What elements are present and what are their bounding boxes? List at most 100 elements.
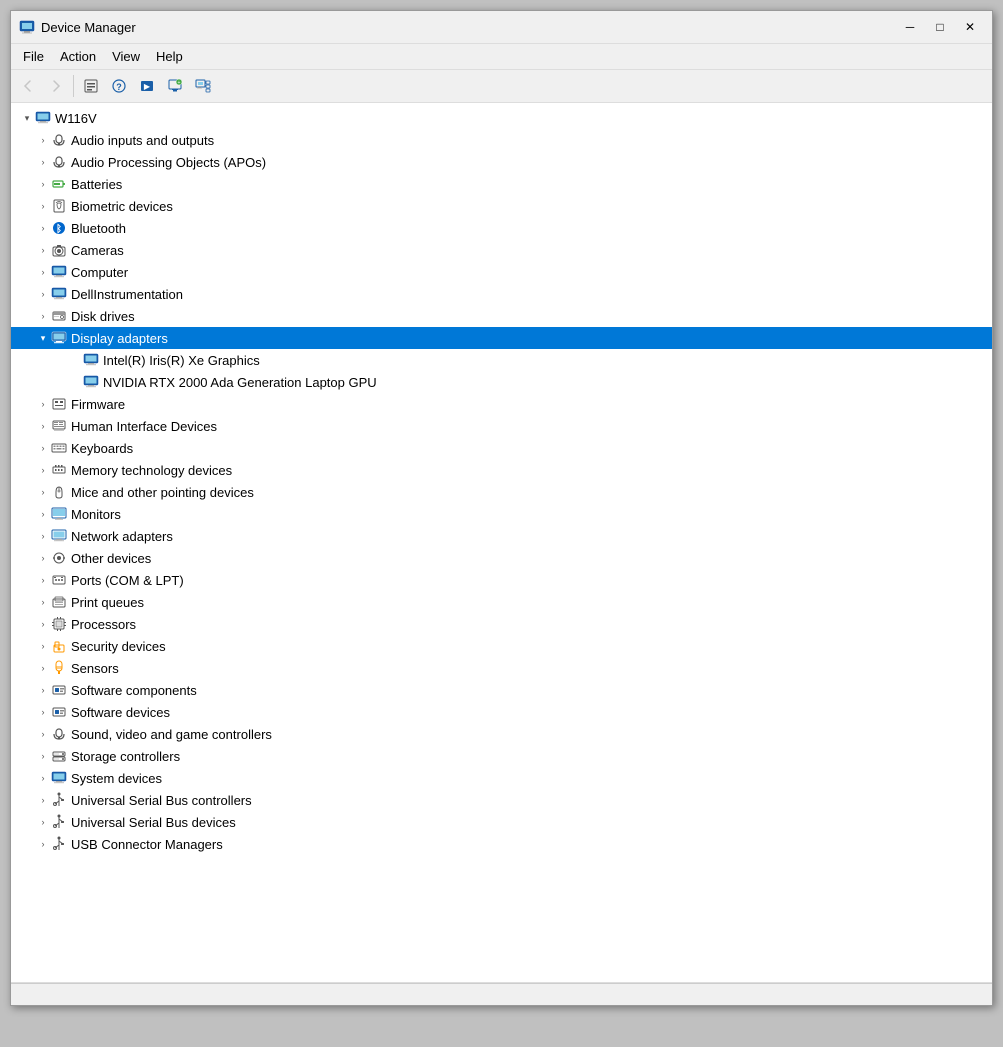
intel-gpu-expander [67, 352, 83, 368]
ports-expander[interactable] [35, 572, 51, 588]
audio-inputs-expander[interactable] [35, 132, 51, 148]
back-button[interactable] [15, 73, 41, 99]
mice-expander[interactable] [35, 484, 51, 500]
other-expander[interactable] [35, 550, 51, 566]
title-bar-left: Device Manager [19, 19, 136, 35]
security-expander[interactable] [35, 638, 51, 654]
root-label: W116V [55, 111, 97, 126]
tree-node-monitors[interactable]: Monitors [11, 503, 992, 525]
tree-node-software-devices[interactable]: Software devices [11, 701, 992, 723]
minimize-button[interactable]: ─ [896, 17, 924, 37]
device-manager-window: Device Manager ─ □ ✕ File Action View He… [10, 10, 993, 1006]
tree-node-print[interactable]: Print queues [11, 591, 992, 613]
tree-node-audio-inputs[interactable]: Audio inputs and outputs [11, 129, 992, 151]
menu-file[interactable]: File [15, 46, 52, 67]
help-button[interactable]: ? [106, 73, 132, 99]
network-expander[interactable] [35, 528, 51, 544]
tree-node-keyboards[interactable]: Keyboards [11, 437, 992, 459]
tree-node-security[interactable]: Security devices [11, 635, 992, 657]
tree-node-dell[interactable]: DellInstrumentation [11, 283, 992, 305]
maximize-button[interactable]: □ [926, 17, 954, 37]
view-devices-button[interactable] [190, 73, 216, 99]
tree-node-ports[interactable]: Ports (COM & LPT) [11, 569, 992, 591]
software-components-expander[interactable] [35, 682, 51, 698]
tree-node-intel-gpu[interactable]: Intel(R) Iris(R) Xe Graphics [11, 349, 992, 371]
software-devices-expander[interactable] [35, 704, 51, 720]
tree-node-mice[interactable]: Mice and other pointing devices [11, 481, 992, 503]
batteries-icon [51, 176, 67, 192]
system-label: System devices [71, 771, 162, 786]
monitors-label: Monitors [71, 507, 121, 522]
processors-expander[interactable] [35, 616, 51, 632]
tree-node-usb-controllers[interactable]: Universal Serial Bus controllers [11, 789, 992, 811]
toolbar: ? ▶ + [11, 70, 992, 103]
storage-icon [51, 748, 67, 764]
tree-node-usb-connector[interactable]: USB Connector Managers [11, 833, 992, 855]
tree-node-audio-apo[interactable]: Audio Processing Objects (APOs) [11, 151, 992, 173]
audio-apo-expander[interactable] [35, 154, 51, 170]
biometric-expander[interactable] [35, 198, 51, 214]
batteries-expander[interactable] [35, 176, 51, 192]
nvidia-gpu-icon [83, 374, 99, 390]
bluetooth-expander[interactable] [35, 220, 51, 236]
memory-expander[interactable] [35, 462, 51, 478]
tree-node-system[interactable]: System devices [11, 767, 992, 789]
tree-node-bluetooth[interactable]: ᛒ Bluetooth [11, 217, 992, 239]
tree-node-computer[interactable]: Computer [11, 261, 992, 283]
disk-label: Disk drives [71, 309, 135, 324]
tree-node-network[interactable]: Network adapters [11, 525, 992, 547]
menu-view[interactable]: View [104, 46, 148, 67]
tree-node-cameras[interactable]: Cameras [11, 239, 992, 261]
tree-node-disk[interactable]: Disk drives [11, 305, 992, 327]
print-expander[interactable] [35, 594, 51, 610]
cameras-expander[interactable] [35, 242, 51, 258]
dell-expander[interactable] [35, 286, 51, 302]
sensors-expander[interactable] [35, 660, 51, 676]
firmware-expander[interactable] [35, 396, 51, 412]
system-expander[interactable] [35, 770, 51, 786]
enable-button[interactable]: ▶ [134, 73, 160, 99]
tree-node-storage[interactable]: Storage controllers [11, 745, 992, 767]
tree-node-display[interactable]: Display adapters [11, 327, 992, 349]
tree-node-firmware[interactable]: Firmware [11, 393, 992, 415]
scan-button[interactable]: + [162, 73, 188, 99]
storage-expander[interactable] [35, 748, 51, 764]
computer-expander[interactable] [35, 264, 51, 280]
monitors-expander[interactable] [35, 506, 51, 522]
close-button[interactable]: ✕ [956, 17, 984, 37]
tree-node-nvidia-gpu[interactable]: NVIDIA RTX 2000 Ada Generation Laptop GP… [11, 371, 992, 393]
menu-action[interactable]: Action [52, 46, 104, 67]
audio-apo-label: Audio Processing Objects (APOs) [71, 155, 266, 170]
tree-node-biometric[interactable]: Biometric devices [11, 195, 992, 217]
display-expander[interactable] [35, 330, 51, 346]
tree-root-node[interactable]: W116V [11, 107, 992, 129]
tree-node-memory[interactable]: Memory technology devices [11, 459, 992, 481]
menu-help[interactable]: Help [148, 46, 191, 67]
tree-node-sensors[interactable]: Sensors [11, 657, 992, 679]
tree-node-software-components[interactable]: Software components [11, 679, 992, 701]
usb-devices-expander[interactable] [35, 814, 51, 830]
dell-label: DellInstrumentation [71, 287, 183, 302]
usb-connector-expander[interactable] [35, 836, 51, 852]
tree-node-other[interactable]: Other devices [11, 547, 992, 569]
tree-node-batteries[interactable]: Batteries [11, 173, 992, 195]
keyboards-expander[interactable] [35, 440, 51, 456]
tree-node-usb-devices[interactable]: Universal Serial Bus devices [11, 811, 992, 833]
print-icon [51, 594, 67, 610]
tree-node-hid[interactable]: Human Interface Devices [11, 415, 992, 437]
forward-button[interactable] [43, 73, 69, 99]
cameras-label: Cameras [71, 243, 124, 258]
hid-expander[interactable] [35, 418, 51, 434]
tree-node-processors[interactable]: Processors [11, 613, 992, 635]
properties-button[interactable] [78, 73, 104, 99]
root-expander[interactable] [19, 110, 35, 126]
usb-controllers-expander[interactable] [35, 792, 51, 808]
bluetooth-icon: ᛒ [51, 220, 67, 236]
tree-node-sound[interactable]: Sound, video and game controllers [11, 723, 992, 745]
disk-expander[interactable] [35, 308, 51, 324]
processors-label: Processors [71, 617, 136, 632]
audio-apo-icon [51, 154, 67, 170]
device-tree[interactable]: W116V Audio inputs and outputs [11, 103, 992, 983]
sound-expander[interactable] [35, 726, 51, 742]
display-icon [51, 330, 67, 346]
